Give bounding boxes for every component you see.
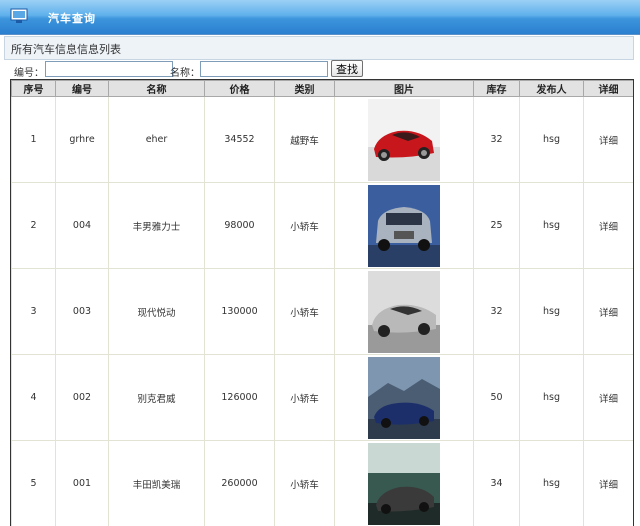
cell-image	[335, 355, 474, 441]
cell-name: 丰田凯美瑞	[109, 441, 205, 526]
col-header-price: 价格	[205, 81, 275, 97]
col-header-code: 编号	[56, 81, 109, 97]
cell-index: 1	[12, 97, 56, 183]
cell-index: 5	[12, 441, 56, 526]
cell-publisher: hsg	[520, 441, 584, 526]
detail-link[interactable]: 详细	[584, 183, 634, 269]
cell-name: 丰男雅力士	[109, 183, 205, 269]
cell-image	[335, 269, 474, 355]
cell-category: 小轿车	[275, 355, 335, 441]
cell-code: 003	[56, 269, 109, 355]
cell-code: 004	[56, 183, 109, 269]
cell-image	[335, 183, 474, 269]
table-row: 4 002 别克君威 126000 小轿车 50 hsg 详细	[12, 355, 634, 441]
silver-coupe-photo	[368, 271, 440, 353]
table-header-row: 序号 编号 名称 价格 类别 图片 库存 发布人 详细	[12, 81, 634, 97]
cell-name: eher	[109, 97, 205, 183]
list-caption-bar: 所有汽车信息信息列表	[4, 36, 634, 60]
table-row: 5 001 丰田凯美瑞 260000 小轿车 34 hsg 详细	[12, 441, 634, 526]
detail-link[interactable]: 详细	[584, 269, 634, 355]
dark-sedan-photo	[368, 443, 440, 525]
cell-code: grhre	[56, 97, 109, 183]
cell-index: 3	[12, 269, 56, 355]
cell-stock: 32	[474, 269, 520, 355]
detail-link[interactable]: 详细	[584, 355, 634, 441]
table-row: 2 004 丰男雅力士 98000 小轿车 25 hsg	[12, 183, 634, 269]
detail-link[interactable]: 详细	[584, 97, 634, 183]
col-header-image: 图片	[335, 81, 474, 97]
cell-category: 小轿车	[275, 269, 335, 355]
number-input[interactable]	[45, 61, 173, 77]
cell-category: 小轿车	[275, 183, 335, 269]
car-table-container: 序号 编号 名称 价格 类别 图片 库存 发布人 详细 1 grhre eher…	[10, 79, 634, 526]
cell-price: 130000	[205, 269, 275, 355]
cell-image	[335, 441, 474, 526]
cell-image	[335, 97, 474, 183]
cell-stock: 34	[474, 441, 520, 526]
search-button[interactable]: 查找	[331, 60, 363, 77]
col-header-publisher: 发布人	[520, 81, 584, 97]
title-bar: 汽车查询	[0, 0, 640, 35]
cell-publisher: hsg	[520, 183, 584, 269]
list-caption: 所有汽车信息信息列表	[11, 41, 121, 57]
table-row: 1 grhre eher 34552 越野车 32 hsg	[12, 97, 634, 183]
col-header-name: 名称	[109, 81, 205, 97]
cell-price: 126000	[205, 355, 275, 441]
red-sports-car-photo	[368, 99, 440, 181]
cell-price: 34552	[205, 97, 275, 183]
car-table: 序号 编号 名称 价格 类别 图片 库存 发布人 详细 1 grhre eher…	[11, 80, 634, 526]
name-label: 名称：	[170, 64, 200, 79]
cell-code: 002	[56, 355, 109, 441]
cell-publisher: hsg	[520, 97, 584, 183]
cell-index: 4	[12, 355, 56, 441]
col-header-category: 类别	[275, 81, 335, 97]
search-form: 编号： 名称： 查找	[4, 60, 632, 80]
cell-code: 001	[56, 441, 109, 526]
col-header-stock: 库存	[474, 81, 520, 97]
cell-index: 2	[12, 183, 56, 269]
blue-convertible-photo	[368, 357, 440, 439]
cell-stock: 25	[474, 183, 520, 269]
name-input[interactable]	[200, 61, 328, 77]
monitor-icon	[10, 8, 28, 24]
table-row: 3 003 现代悦动 130000 小轿车 32 hsg 详细	[12, 269, 634, 355]
number-label: 编号：	[14, 64, 44, 79]
cell-name: 别克君威	[109, 355, 205, 441]
cell-category: 小轿车	[275, 441, 335, 526]
cell-stock: 50	[474, 355, 520, 441]
cell-price: 260000	[205, 441, 275, 526]
detail-link[interactable]: 详细	[584, 441, 634, 526]
cell-price: 98000	[205, 183, 275, 269]
cell-publisher: hsg	[520, 355, 584, 441]
cell-publisher: hsg	[520, 269, 584, 355]
page-title: 汽车查询	[48, 10, 96, 26]
col-header-detail: 详细	[584, 81, 634, 97]
cell-name: 现代悦动	[109, 269, 205, 355]
blue-suv-photo	[368, 185, 440, 267]
col-header-index: 序号	[12, 81, 56, 97]
cell-stock: 32	[474, 97, 520, 183]
cell-category: 越野车	[275, 97, 335, 183]
